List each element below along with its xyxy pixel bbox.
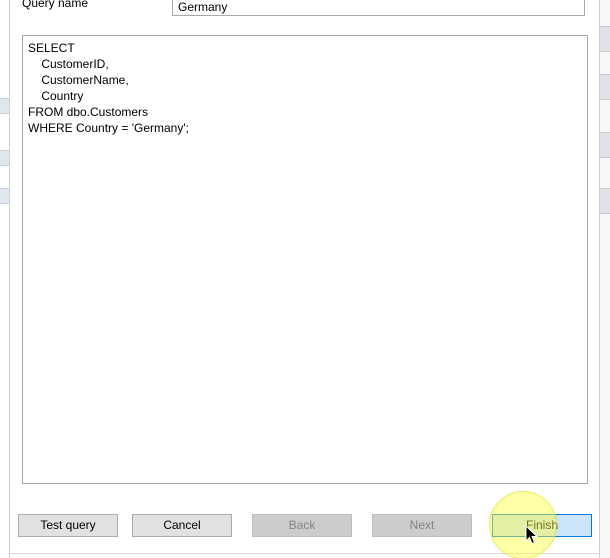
background-row — [600, 132, 610, 158]
sql-editor[interactable]: SELECT CustomerID, CustomerName, Country… — [22, 35, 588, 484]
finish-button[interactable]: Finish — [492, 514, 592, 537]
sql-line: CustomerID, — [28, 57, 109, 71]
dialog-bottom-border — [10, 553, 599, 554]
page: Query name Germany SELECT CustomerID, Cu… — [0, 0, 610, 558]
background-window-right — [599, 0, 610, 558]
back-button[interactable]: Back — [252, 514, 352, 537]
query-name-label: Query name — [22, 0, 89, 10]
background-window-left — [0, 0, 10, 558]
background-row — [600, 26, 610, 52]
sql-line: SELECT — [28, 41, 75, 55]
next-button[interactable]: Next — [372, 514, 472, 537]
background-row — [0, 150, 9, 166]
query-dialog: Query name Germany SELECT CustomerID, Cu… — [10, 0, 599, 558]
query-name-input[interactable]: Germany — [172, 0, 585, 16]
background-row — [0, 188, 9, 204]
background-row — [600, 188, 610, 214]
sql-line: Country — [28, 89, 84, 103]
test-query-button[interactable]: Test query — [18, 514, 118, 537]
sql-line: CustomerName, — [28, 73, 129, 87]
sql-line: FROM dbo.Customers — [28, 105, 149, 119]
background-row — [0, 98, 9, 114]
cancel-button[interactable]: Cancel — [132, 514, 232, 537]
sql-line: WHERE Country = 'Germany'; — [28, 121, 189, 135]
background-row — [600, 74, 610, 100]
